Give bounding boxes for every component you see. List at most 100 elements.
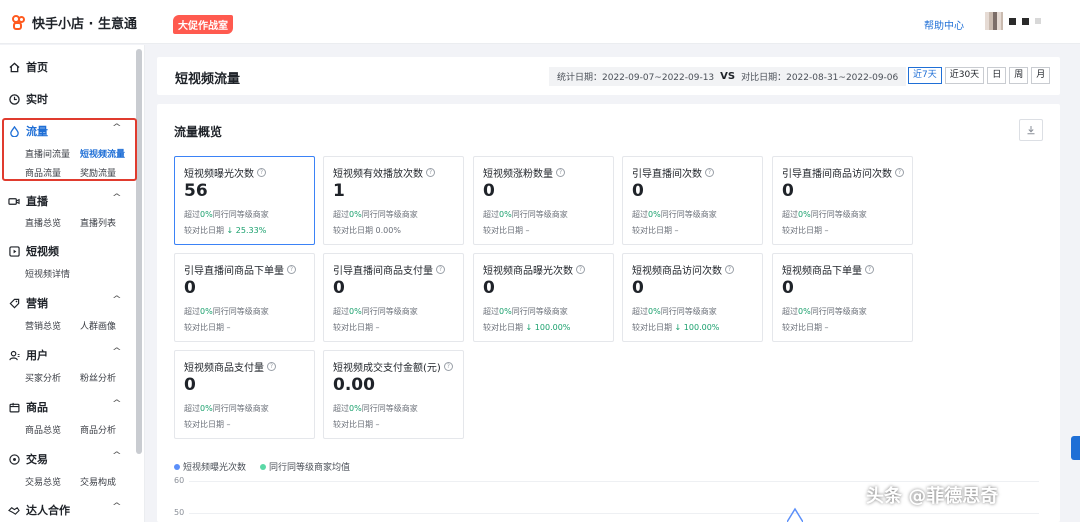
metric-card[interactable]: 引导直播间商品下单量? 0 超过0%同行同等级商家 较对比日期 – (174, 253, 315, 342)
sidebar-sub-product-analysis[interactable]: 商品分析 (80, 423, 116, 436)
compare-text: 较对比日期 – (184, 323, 231, 332)
sidebar-sub-marketing-overview[interactable]: 营销总览 (25, 319, 61, 332)
metric-card[interactable]: 短视频有效播放次数? 1 超过0%同行同等级商家 较对比日期 0.00% (323, 156, 464, 245)
metric-card[interactable]: 短视频商品支付量? 0 超过0%同行同等级商家 较对比日期 – (174, 350, 315, 439)
sidebar-scrollbar[interactable] (136, 49, 142, 454)
download-button[interactable] (1019, 119, 1043, 141)
sidebar-sub-short-video-traffic[interactable]: 短视频流量 (80, 147, 125, 160)
peer-comparison: 超过0%同行同等级商家 (782, 306, 867, 317)
chevron-up-icon[interactable]: ^ (112, 399, 122, 409)
help-icon[interactable]: ? (705, 168, 714, 177)
floating-side-tab[interactable] (1071, 436, 1080, 460)
sidebar-item-live[interactable]: 直播 (8, 193, 48, 209)
sidebar-sub-buyer-analysis[interactable]: 买家分析 (25, 371, 61, 384)
help-icon[interactable]: ? (267, 362, 276, 371)
sidebar-item-traffic[interactable]: 流量 (8, 123, 48, 139)
date-range-display[interactable]: 统计日期：2022-09-07~2022-09-13 VS 对比日期：2022-… (549, 67, 907, 86)
sidebar-item-marketing[interactable]: 营销 (8, 295, 48, 311)
user-menu[interactable] (985, 12, 1041, 30)
range-button-7d[interactable]: 近7天 (908, 67, 942, 84)
metric-card[interactable]: 短视频涨粉数量? 0 超过0%同行同等级商家 较对比日期 – (473, 156, 614, 245)
sidebar-sub-fan-analysis[interactable]: 粉丝分析 (80, 371, 116, 384)
sidebar-sub-live-list[interactable]: 直播列表 (80, 216, 116, 229)
metric-card[interactable]: 短视频商品访问次数? 0 超过0%同行同等级商家 较对比日期 ↓ 100.00% (622, 253, 763, 342)
chevron-up-icon[interactable]: ^ (112, 502, 122, 512)
promo-badge[interactable]: 大促作战室 (173, 15, 233, 34)
y-tick-label: 60 (174, 476, 185, 485)
chevron-up-icon[interactable]: ^ (112, 347, 122, 357)
help-icon[interactable]: ? (576, 265, 585, 274)
sidebar-item-realtime[interactable]: 实时 (8, 91, 48, 107)
help-icon[interactable]: ? (556, 168, 565, 177)
camera-icon (8, 195, 20, 207)
sidebar-sub-reward-traffic[interactable]: 奖励流量 (80, 166, 116, 179)
peer-prefix: 超过 (483, 210, 499, 219)
peer-comparison: 超过0%同行同等级商家 (632, 209, 717, 220)
legend-item-exposure[interactable]: 短视频曝光次数 (174, 460, 246, 473)
sidebar-item-short-video[interactable]: 短视频 (8, 243, 59, 259)
metric-value: 0 (483, 181, 495, 201)
metric-card[interactable]: 短视频商品下单量? 0 超过0%同行同等级商家 较对比日期 – (772, 253, 913, 342)
help-center-link[interactable]: 帮助中心 (924, 17, 964, 32)
peer-suffix: 同行同等级商家 (511, 210, 568, 219)
range-button-day[interactable]: 日 (987, 67, 1007, 84)
avatar[interactable] (985, 12, 1003, 30)
chevron-up-icon[interactable]: ^ (112, 295, 122, 305)
download-icon (1027, 126, 1035, 135)
metric-label: 短视频商品曝光次数? (483, 262, 585, 277)
help-icon[interactable]: ? (895, 168, 904, 177)
range-button-30d[interactable]: 近30天 (944, 67, 985, 84)
sidebar-sub-product-traffic[interactable]: 商品流量 (25, 166, 61, 179)
metric-card[interactable]: 短视频商品曝光次数? 0 超过0%同行同等级商家 较对比日期 ↓ 100.00% (473, 253, 614, 342)
coin-icon (8, 453, 20, 465)
sidebar-item-products[interactable]: 商品 (8, 399, 48, 415)
peer-percent: 0% (200, 210, 213, 219)
help-icon[interactable]: ? (257, 168, 266, 177)
help-icon[interactable]: ? (725, 265, 734, 274)
legend-dot (260, 463, 267, 470)
sidebar-sub-audience-profile[interactable]: 人群画像 (80, 319, 116, 332)
peer-comparison: 超过0%同行同等级商家 (333, 403, 418, 414)
help-icon[interactable]: ? (865, 265, 874, 274)
metric-value: 0.00 (333, 375, 375, 395)
play-icon (8, 245, 20, 257)
metric-card[interactable]: 引导直播间商品访问次数? 0 超过0%同行同等级商家 较对比日期 – (772, 156, 913, 245)
sidebar-item-transactions[interactable]: 交易 (8, 451, 48, 467)
peer-suffix: 同行同等级商家 (212, 307, 269, 316)
help-icon[interactable]: ? (436, 265, 445, 274)
sidebar-item-home[interactable]: 首页 (8, 59, 48, 75)
peer-comparison: 超过0%同行同等级商家 (632, 306, 717, 317)
range-button-week[interactable]: 周 (1009, 67, 1029, 84)
chevron-up-icon[interactable]: ^ (112, 123, 122, 133)
metric-card[interactable]: 短视频成交支付金额(元)? 0.00 超过0%同行同等级商家 较对比日期 – (323, 350, 464, 439)
help-icon[interactable]: ? (443, 362, 453, 371)
sidebar-sub-transaction-composition[interactable]: 交易构成 (80, 475, 116, 488)
sidebar-sub-live-room-traffic[interactable]: 直播间流量 (25, 147, 70, 160)
metric-card[interactable]: 引导直播间次数? 0 超过0%同行同等级商家 较对比日期 – (622, 156, 763, 245)
sidebar-item-users[interactable]: 用户 (8, 347, 48, 363)
chevron-up-icon[interactable]: ^ (112, 193, 122, 203)
logo[interactable]: 快手小店 · 生意通 (12, 13, 137, 32)
sidebar-sub-short-video-detail[interactable]: 短视频详情 (25, 267, 70, 280)
range-button-month[interactable]: 月 (1031, 67, 1051, 84)
chevron-up-icon[interactable]: ^ (112, 451, 122, 461)
legend-dot (174, 463, 180, 470)
help-icon[interactable]: ? (426, 168, 435, 177)
metric-value: 0 (782, 278, 794, 298)
box-icon (8, 401, 20, 413)
compare-text: 较对比日期 – (782, 323, 829, 332)
sidebar-sub-product-overview[interactable]: 商品总览 (25, 423, 61, 436)
help-icon[interactable]: ? (287, 265, 296, 274)
peer-suffix: 同行同等级商家 (212, 404, 269, 413)
peer-comparison: 超过0%同行同等级商家 (782, 209, 867, 220)
peer-prefix: 超过 (632, 307, 648, 316)
sidebar-item-creator-cooperation[interactable]: 达人合作 (8, 502, 70, 518)
metric-card[interactable]: 短视频曝光次数? 56 超过0%同行同等级商家 较对比日期 ↓ 25.33% (174, 156, 315, 245)
sidebar-sub-transaction-overview[interactable]: 交易总览 (25, 475, 61, 488)
kuaishou-logo-icon (12, 15, 27, 30)
compare-text: 较对比日期 (632, 323, 672, 332)
metric-card[interactable]: 引导直播间商品支付量? 0 超过0%同行同等级商家 较对比日期 – (323, 253, 464, 342)
metric-value: 0 (333, 278, 345, 298)
legend-item-peer-average[interactable]: 同行同等级商家均值 (260, 460, 350, 473)
sidebar-sub-live-overview[interactable]: 直播总览 (25, 216, 61, 229)
